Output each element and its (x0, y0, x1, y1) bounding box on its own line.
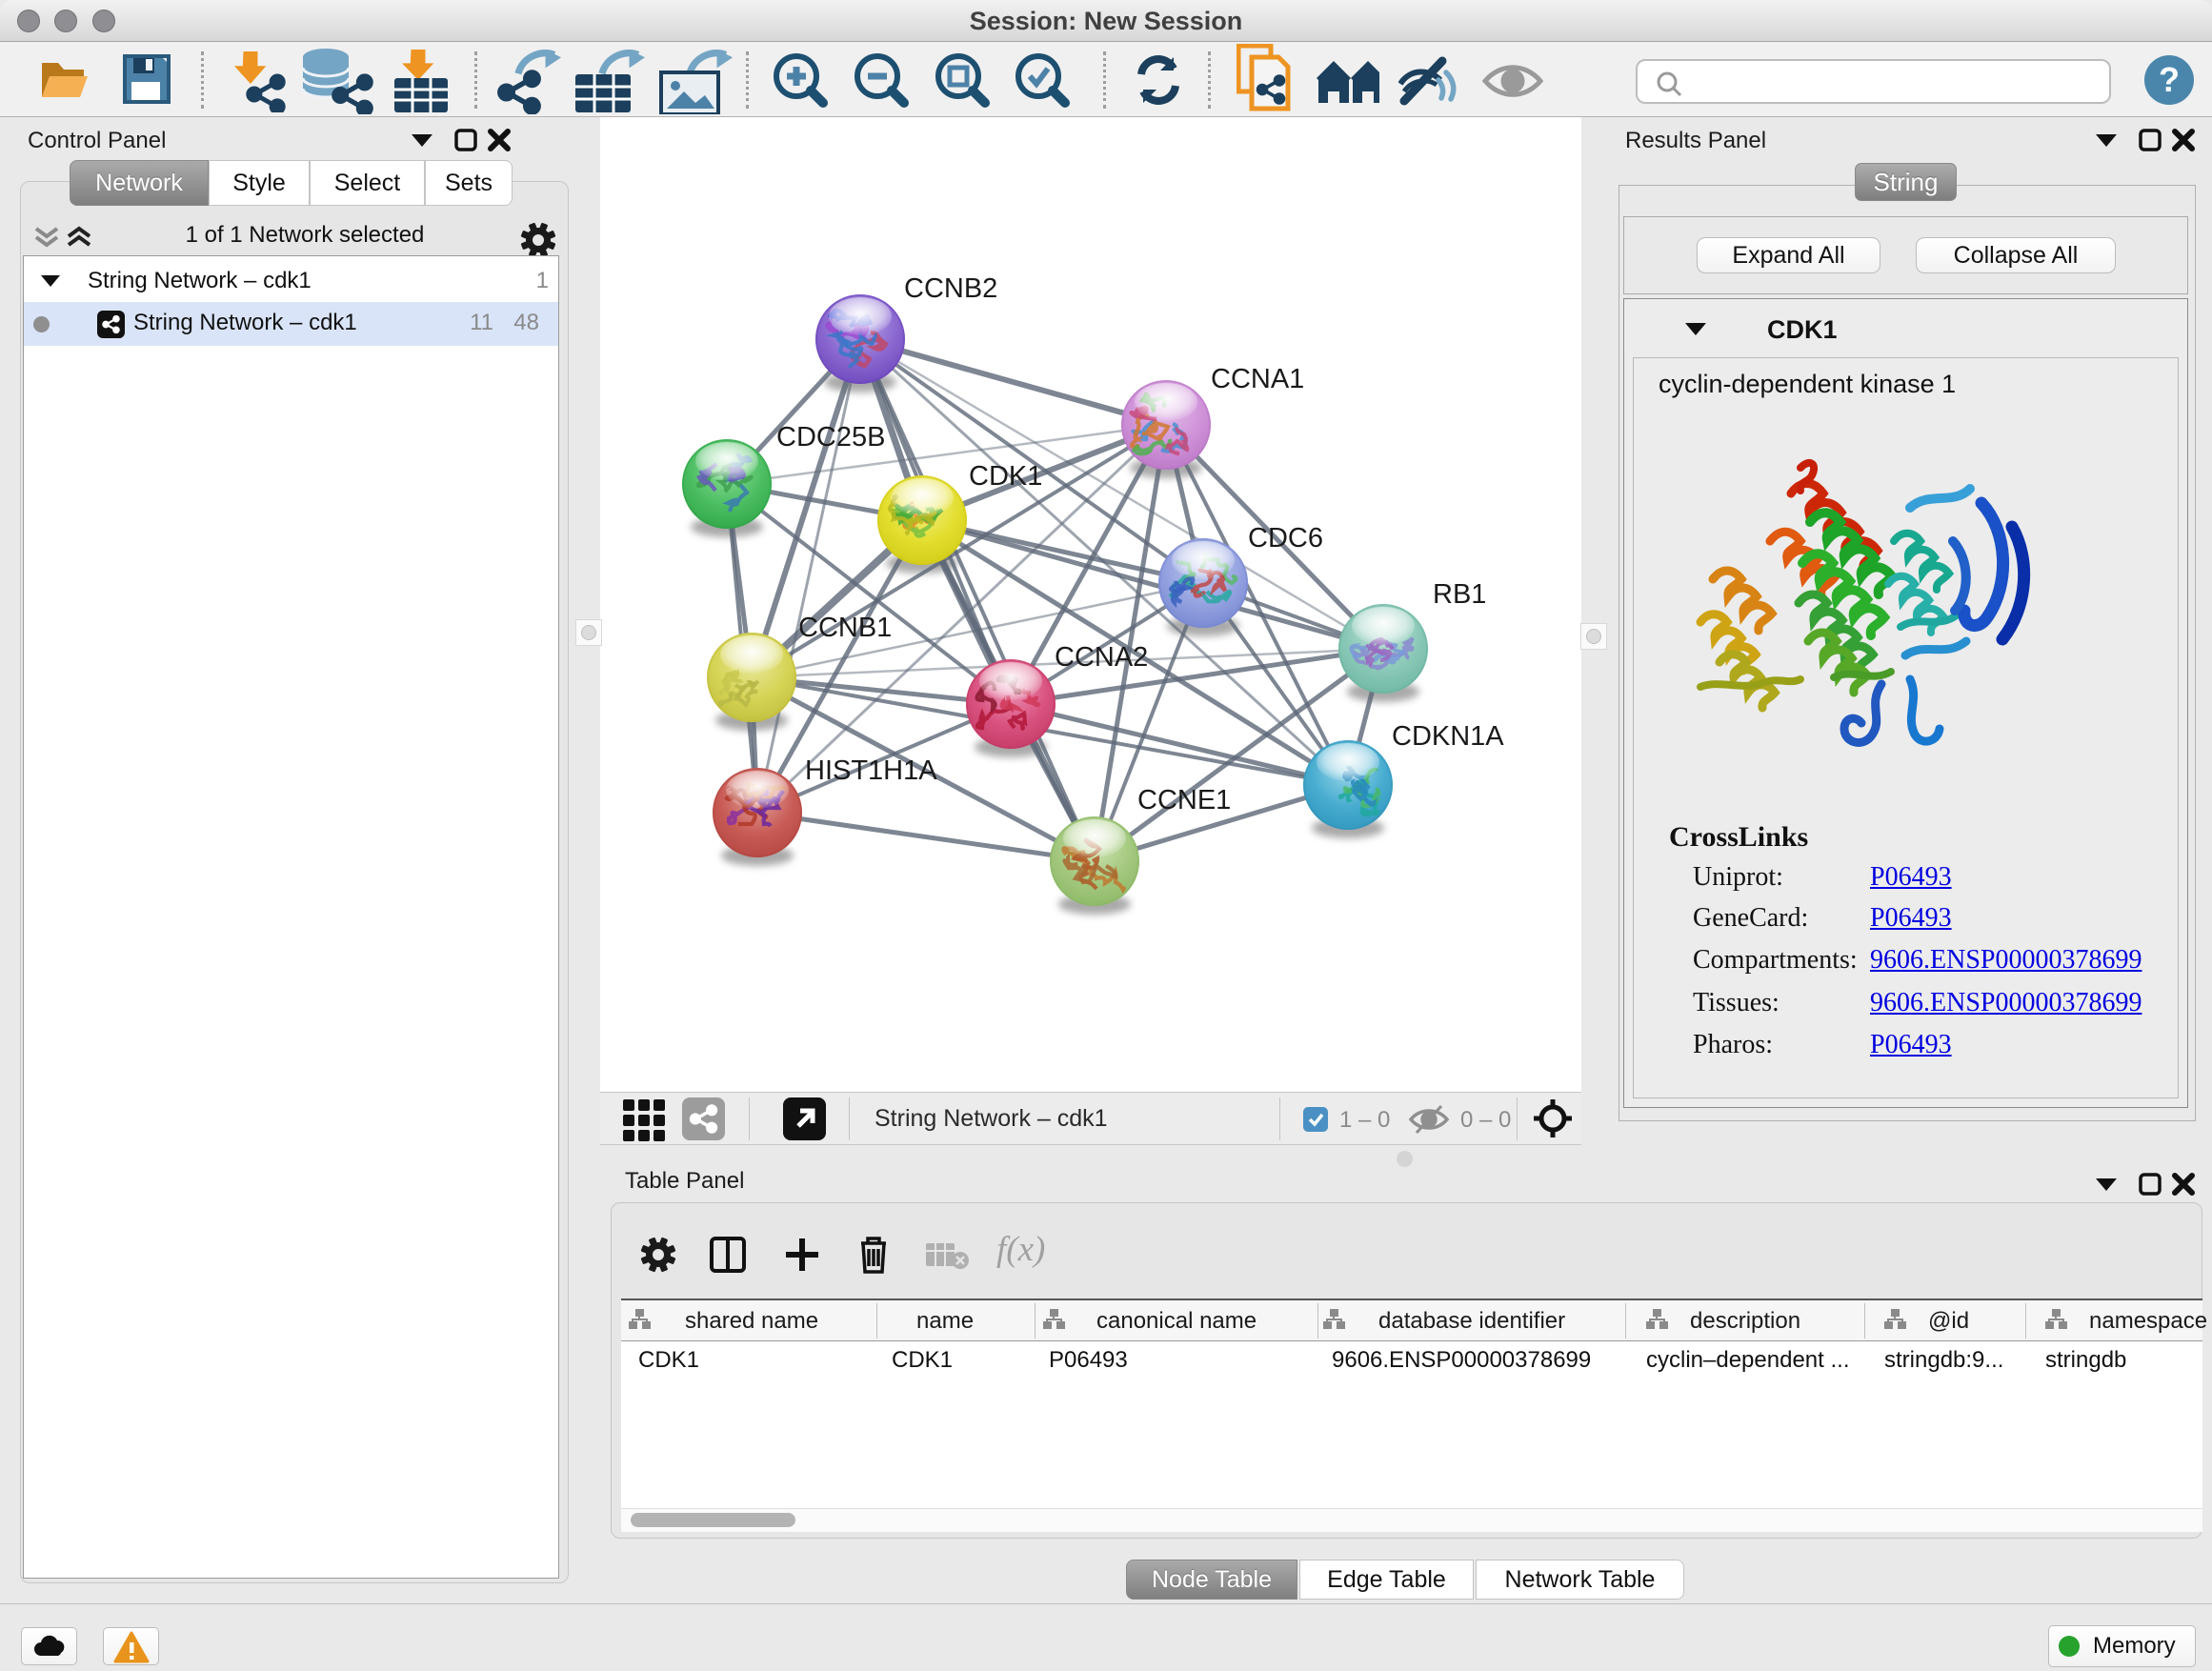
svg-text:HIST1H1A: HIST1H1A (805, 755, 937, 786)
svg-text:CCNB2: CCNB2 (904, 273, 997, 304)
svg-text:CCNE1: CCNE1 (1137, 785, 1231, 815)
svg-text:CDC25B: CDC25B (776, 422, 885, 453)
svg-text:CDK1: CDK1 (969, 461, 1042, 492)
svg-text:CDKN1A: CDKN1A (1392, 721, 1504, 752)
svg-text:CCNA2: CCNA2 (1055, 642, 1148, 673)
svg-text:CDC6: CDC6 (1248, 523, 1323, 554)
svg-text:RB1: RB1 (1433, 579, 1486, 610)
svg-text:CCNB1: CCNB1 (798, 613, 892, 643)
svg-text:CCNA1: CCNA1 (1211, 364, 1304, 394)
